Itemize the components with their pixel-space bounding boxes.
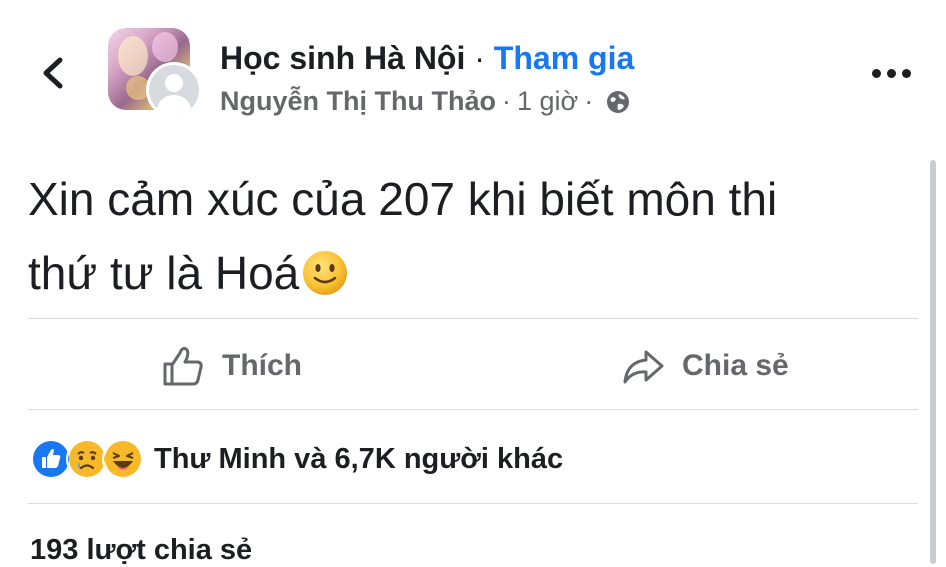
haha-reaction-icon <box>102 438 144 480</box>
more-options-button[interactable] <box>868 60 914 86</box>
divider <box>28 503 918 504</box>
reactions-summary[interactable]: Thư Minh và 6,7K người khác <box>30 438 563 480</box>
reactions-summary-text: Thư Minh và 6,7K người khác <box>154 442 564 475</box>
thumbs-up-icon <box>163 347 203 386</box>
share-arrow-icon <box>623 350 664 384</box>
like-button[interactable]: Thích <box>160 340 302 392</box>
back-button[interactable] <box>30 50 76 96</box>
post-text-line-1: Xin cảm xúc của 207 khi biết môn thi <box>28 173 778 225</box>
author-avatar[interactable] <box>146 62 202 118</box>
divider <box>28 409 918 410</box>
slightly-smiling-face-emoji <box>303 251 348 295</box>
share-button[interactable]: Chia sẻ <box>620 340 789 392</box>
post-text-line-2: thứ tư là Hoá <box>28 236 908 310</box>
post-header-title: Học sinh Hà Nội · Tham gia <box>220 40 634 77</box>
author-name-link[interactable]: Nguyễn Thị Thu Thảo <box>220 86 496 117</box>
post-time[interactable]: 1 giờ <box>517 86 578 117</box>
title-separator: · <box>474 40 485 76</box>
share-count-link[interactable]: 193 lượt chia sẻ <box>30 534 252 567</box>
share-label: Chia sẻ <box>682 349 789 382</box>
globe-icon <box>607 90 630 113</box>
divider <box>28 318 918 319</box>
like-label: Thích <box>222 349 302 382</box>
post-content: Xin cảm xúc của 207 khi biết môn thi thứ… <box>28 162 908 310</box>
join-group-button[interactable]: Tham gia <box>494 40 634 76</box>
group-name-link[interactable]: Học sinh Hà Nội <box>220 40 465 76</box>
post-text-line-2-text: thứ tư là Hoá <box>28 247 300 299</box>
meta-separator-2: · <box>584 86 594 116</box>
scrollbar[interactable] <box>930 160 936 564</box>
chevron-left-icon <box>43 57 63 89</box>
more-horizontal-icon <box>871 68 881 78</box>
meta-separator: · <box>501 86 511 116</box>
post-meta: Nguyễn Thị Thu Thảo · 1 giờ · <box>220 86 631 117</box>
